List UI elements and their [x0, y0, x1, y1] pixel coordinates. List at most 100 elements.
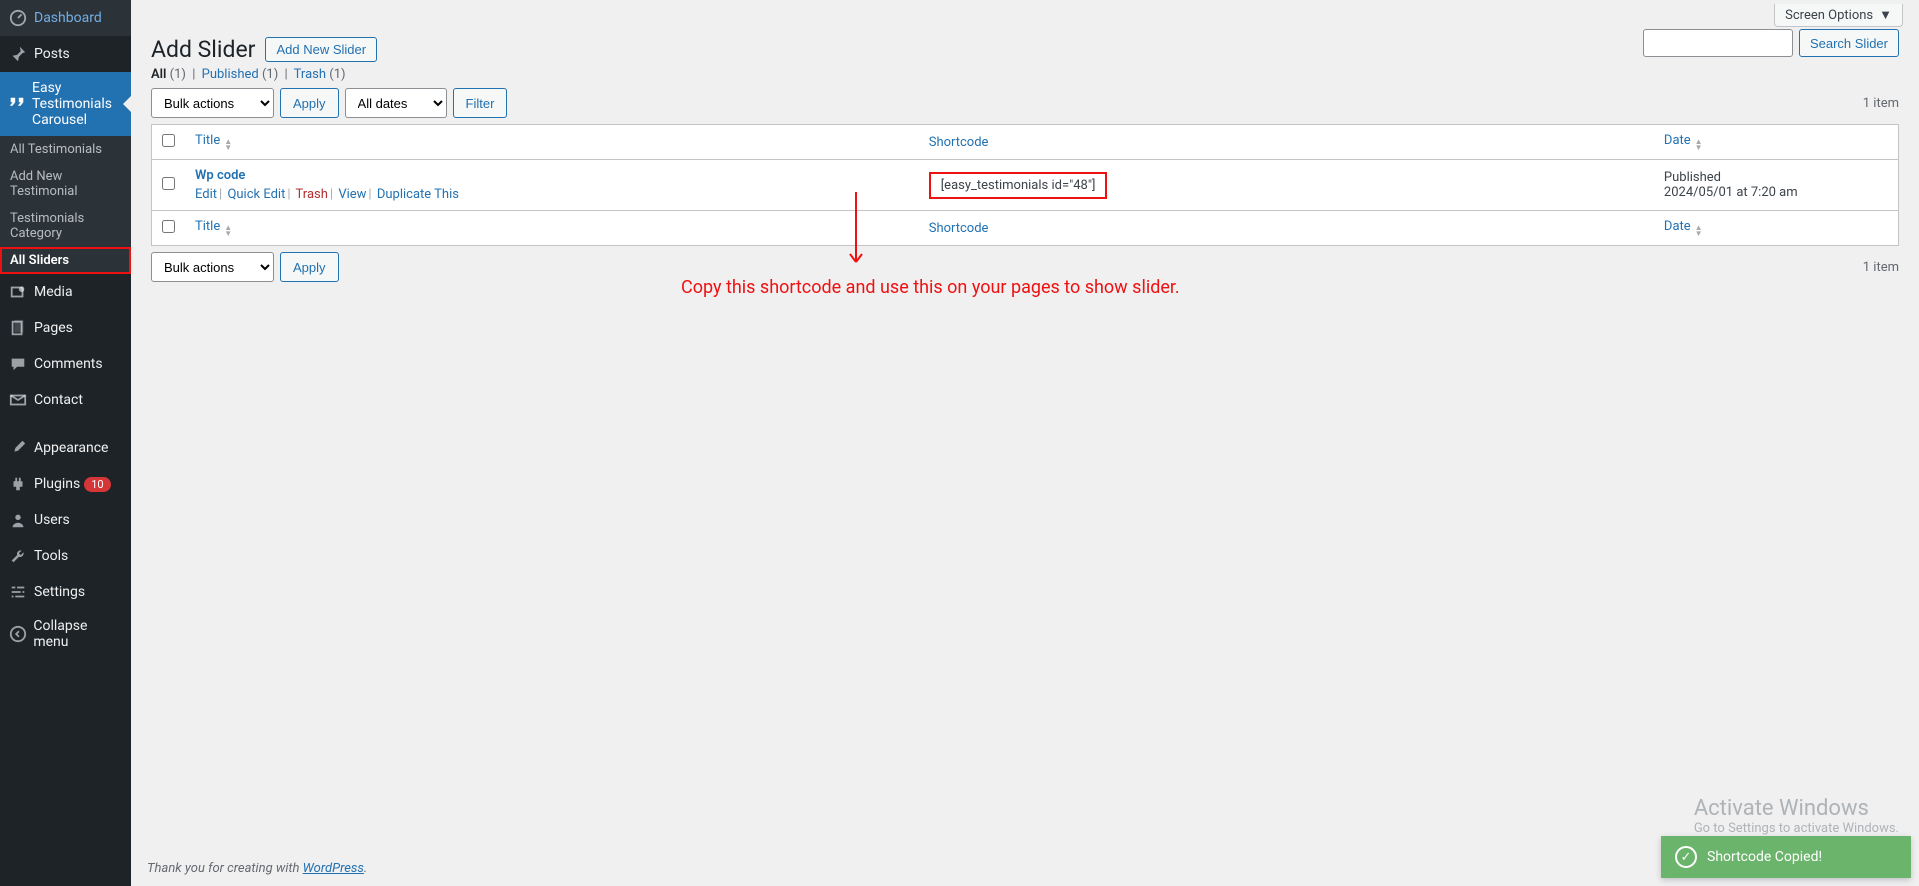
- add-new-slider-button[interactable]: Add New Slider: [265, 37, 377, 62]
- date-column-footer[interactable]: Date▲▼: [1664, 219, 1703, 234]
- menu-posts[interactable]: Posts: [0, 36, 131, 72]
- menu-collapse[interactable]: Collapse menu: [0, 610, 131, 658]
- menu-comments[interactable]: Comments: [0, 346, 131, 382]
- submenu-all-sliders[interactable]: All Sliders: [0, 247, 131, 274]
- shortcode-value[interactable]: [easy_testimonials id="48"]: [929, 172, 1108, 199]
- menu-label: Collapse menu: [33, 618, 123, 650]
- page-icon: [8, 318, 28, 338]
- pin-icon: [8, 44, 28, 64]
- menu-label: Posts: [34, 46, 70, 62]
- date-column-header[interactable]: Date▲▼: [1664, 133, 1703, 148]
- menu-label: Plugins: [34, 476, 80, 492]
- media-icon: [8, 282, 28, 302]
- screen-options-toggle[interactable]: Screen Options ▼: [1774, 4, 1903, 27]
- menu-tools[interactable]: Tools: [0, 538, 131, 574]
- menu-label: Comments: [34, 356, 103, 372]
- menu-easy-testimonials[interactable]: Easy Testimonials Carousel: [0, 72, 131, 136]
- toast-message: Shortcode Copied!: [1707, 849, 1822, 865]
- shortcode-column-footer[interactable]: Shortcode: [929, 221, 989, 236]
- quote-icon: [8, 94, 26, 114]
- wordpress-link[interactable]: WordPress: [303, 861, 364, 876]
- apply-button-bottom[interactable]: Apply: [280, 252, 339, 282]
- toast-notification: ✓ Shortcode Copied!: [1661, 836, 1911, 878]
- menu-label: Settings: [34, 584, 85, 600]
- page-title: Add Slider: [151, 36, 255, 63]
- select-all-top-checkbox[interactable]: [162, 134, 175, 147]
- user-icon: [8, 510, 28, 530]
- menu-label: Pages: [34, 320, 73, 336]
- duplicate-link[interactable]: Duplicate This: [377, 187, 459, 202]
- menu-contact[interactable]: Contact: [0, 382, 131, 418]
- menu-dashboard[interactable]: Dashboard: [0, 0, 131, 36]
- menu-users[interactable]: Users: [0, 502, 131, 538]
- menu-label: Contact: [34, 392, 83, 408]
- menu-media[interactable]: Media: [0, 274, 131, 310]
- collapse-icon: [8, 624, 27, 644]
- menu-pages[interactable]: Pages: [0, 310, 131, 346]
- check-icon: ✓: [1675, 846, 1697, 868]
- trash-link[interactable]: Trash: [296, 187, 328, 202]
- row-title-link[interactable]: Wp code: [195, 168, 245, 183]
- item-count-top: 1 item: [1863, 96, 1899, 111]
- menu-settings[interactable]: Settings: [0, 574, 131, 610]
- menu-label: Dashboard: [34, 10, 102, 26]
- row-actions: Edit| Quick Edit| Trash| View| Duplicate…: [195, 187, 909, 202]
- search-input[interactable]: [1643, 29, 1793, 57]
- filter-all-count: (1): [170, 67, 186, 82]
- edit-link[interactable]: Edit: [195, 187, 217, 202]
- mail-icon: [8, 390, 28, 410]
- filter-trash[interactable]: Trash: [294, 67, 326, 82]
- menu-plugins[interactable]: Plugins 10: [0, 466, 131, 502]
- menu-label: Easy Testimonials Carousel: [32, 80, 123, 128]
- sliders-icon: [8, 582, 28, 602]
- filter-button[interactable]: Filter: [453, 88, 508, 118]
- menu-label: Media: [34, 284, 73, 300]
- filter-trash-count: (1): [329, 67, 345, 82]
- sort-icon: ▲▼: [224, 139, 232, 151]
- menu-label: Tools: [34, 548, 68, 564]
- apply-button-top[interactable]: Apply: [280, 88, 339, 118]
- annotation-arrow-icon: [846, 192, 866, 272]
- admin-footer: Thank you for creating with WordPress. V…: [131, 851, 1919, 886]
- search-slider-button[interactable]: Search Slider: [1799, 29, 1899, 57]
- admin-sidebar: Dashboard Posts Easy Testimonials Carous…: [0, 0, 131, 886]
- menu-appearance[interactable]: Appearance: [0, 430, 131, 466]
- view-link[interactable]: View: [338, 187, 366, 202]
- submenu-all-testimonials[interactable]: All Testimonials: [0, 136, 131, 163]
- row-checkbox[interactable]: [162, 177, 175, 190]
- footer-credit-prefix: Thank you for creating with: [147, 861, 303, 876]
- comment-icon: [8, 354, 28, 374]
- chevron-down-icon: ▼: [1879, 7, 1892, 23]
- title-column-header[interactable]: Title▲▼: [195, 133, 232, 148]
- filter-published[interactable]: Published: [202, 67, 259, 82]
- title-column-footer[interactable]: Title▲▼: [195, 219, 232, 234]
- sort-icon: ▲▼: [1695, 139, 1703, 151]
- row-date-status: Published: [1664, 170, 1888, 185]
- submenu-testimonials-category[interactable]: Testimonials Category: [0, 205, 131, 247]
- table-row: Wp code Edit| Quick Edit| Trash| View| D…: [152, 160, 1899, 211]
- select-all-bottom-checkbox[interactable]: [162, 220, 175, 233]
- bulk-actions-select-top[interactable]: Bulk actions: [151, 88, 274, 118]
- plugin-count-badge: 10: [84, 477, 110, 492]
- status-filters: All (1) | Published (1) | Trash (1): [151, 67, 1899, 82]
- dashboard-icon: [8, 8, 28, 28]
- filter-published-count: (1): [262, 67, 278, 82]
- quick-edit-link[interactable]: Quick Edit: [227, 187, 285, 202]
- wrench-icon: [8, 546, 28, 566]
- brush-icon: [8, 438, 28, 458]
- bulk-actions-select-bottom[interactable]: Bulk actions: [151, 252, 274, 282]
- filter-all[interactable]: All: [151, 67, 166, 82]
- menu-label: Users: [34, 512, 70, 528]
- sliders-table: Title▲▼ Shortcode Date▲▼ Wp code Edit| Q…: [151, 124, 1899, 246]
- screen-options-label: Screen Options: [1785, 8, 1873, 23]
- submenu-add-new-testimonial[interactable]: Add New Testimonial: [0, 163, 131, 205]
- menu-label: Appearance: [34, 440, 108, 456]
- shortcode-column-header[interactable]: Shortcode: [929, 135, 989, 150]
- date-filter-select[interactable]: All dates: [345, 88, 447, 118]
- annotation-text: Copy this shortcode and use this on your…: [681, 277, 1180, 298]
- sort-icon: ▲▼: [1695, 225, 1703, 237]
- sort-icon: ▲▼: [224, 225, 232, 237]
- item-count-bottom: 1 item: [1863, 260, 1899, 275]
- row-date-value: 2024/05/01 at 7:20 am: [1664, 185, 1888, 200]
- plug-icon: [8, 474, 28, 494]
